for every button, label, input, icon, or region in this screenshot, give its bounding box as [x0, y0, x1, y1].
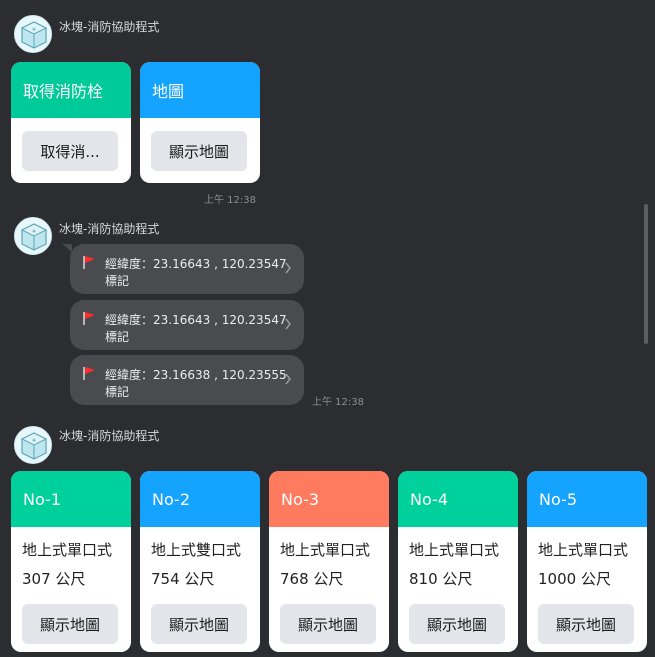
bot-avatar-icon[interactable]: ✳: [14, 217, 52, 255]
chevron-right-icon: [285, 373, 291, 385]
svg-text:✳: ✳: [32, 438, 36, 444]
location-coordinates: 經緯度：23.16643 , 120.23547: [105, 257, 287, 271]
card-get-hydrant: 取得消防栓 取得消...: [11, 62, 131, 183]
location-label: 標記: [105, 274, 130, 288]
hydrant-type: 地上式單口式: [22, 541, 113, 559]
show-map-button[interactable]: 顯示地圖: [280, 604, 376, 644]
card-title: 取得消防栓: [23, 82, 104, 101]
sender-name: 冰塊-消防協助程式: [59, 222, 160, 236]
hydrant-card-5: No-5 地上式單口式 1000 公尺 顯示地圖: [527, 471, 647, 652]
hydrant-type: 地上式單口式: [409, 541, 500, 559]
timestamp: 上午 12:38: [204, 195, 256, 206]
svg-text:✳: ✳: [32, 229, 36, 235]
sender-name: 冰塊-消防協助程式: [59, 20, 160, 34]
hydrant-distance: 810 公尺: [409, 570, 473, 588]
card-header: No-4: [398, 471, 518, 527]
show-map-button[interactable]: 顯示地圖: [409, 604, 505, 644]
card-header: No-1: [11, 471, 131, 527]
card-title: 地圖: [152, 82, 185, 101]
hydrant-distance: 1000 公尺: [538, 570, 611, 588]
location-coordinates: 經緯度：23.16643 , 120.23547: [105, 313, 287, 327]
card-title: No-4: [410, 489, 449, 509]
location-label: 標記: [105, 330, 130, 344]
show-map-button[interactable]: 顯示地圖: [538, 604, 634, 644]
red-flag-icon: [83, 312, 95, 325]
location-message[interactable]: 經緯度：23.16643 , 120.23547 標記: [70, 244, 304, 294]
location-label: 標記: [105, 385, 130, 399]
hydrant-type: 地上式單口式: [280, 541, 371, 559]
hydrant-type: 地上式雙口式: [151, 541, 242, 559]
svg-text:✳: ✳: [32, 27, 36, 33]
get-hydrant-button[interactable]: 取得消...: [22, 131, 118, 171]
card-title: No-1: [23, 489, 62, 509]
hydrant-card-1: No-1 地上式單口式 307 公尺 顯示地圖: [11, 471, 131, 652]
chevron-right-icon: [285, 262, 291, 274]
hydrant-distance: 754 公尺: [151, 570, 215, 588]
card-header: No-3: [269, 471, 389, 527]
card-header: 地圖: [140, 62, 260, 118]
card-header: No-5: [527, 471, 647, 527]
card-header: No-2: [140, 471, 260, 527]
location-message[interactable]: 經緯度：23.16643 , 120.23547 標記: [70, 300, 304, 350]
hydrant-card-2: No-2 地上式雙口式 754 公尺 顯示地圖: [140, 471, 260, 652]
card-title: No-3: [281, 489, 320, 509]
bot-avatar-icon[interactable]: ✳: [14, 15, 52, 53]
chevron-right-icon: [285, 318, 291, 330]
hydrant-distance: 768 公尺: [280, 570, 344, 588]
show-map-button[interactable]: 顯示地圖: [151, 131, 247, 171]
hydrant-distance: 307 公尺: [22, 570, 86, 588]
card-header: 取得消防栓: [11, 62, 131, 118]
hydrant-type: 地上式單口式: [538, 541, 629, 559]
scrollbar[interactable]: [644, 204, 648, 344]
hydrant-card-4: No-4 地上式單口式 810 公尺 顯示地圖: [398, 471, 518, 652]
bot-avatar-icon[interactable]: ✳: [14, 426, 52, 464]
card-map: 地圖 顯示地圖: [140, 62, 260, 183]
red-flag-icon: [83, 367, 95, 380]
sender-name: 冰塊-消防協助程式: [59, 429, 160, 443]
location-message[interactable]: 經緯度：23.16638 , 120.23555 標記: [70, 355, 304, 405]
timestamp: 上午 12:38: [312, 397, 364, 408]
hydrant-card-3: No-3 地上式單口式 768 公尺 顯示地圖: [269, 471, 389, 652]
show-map-button[interactable]: 顯示地圖: [22, 604, 118, 644]
show-map-button[interactable]: 顯示地圖: [151, 604, 247, 644]
red-flag-icon: [83, 256, 95, 269]
card-title: No-2: [152, 489, 191, 509]
location-coordinates: 經緯度：23.16638 , 120.23555: [105, 368, 287, 382]
card-title: No-5: [539, 489, 578, 509]
